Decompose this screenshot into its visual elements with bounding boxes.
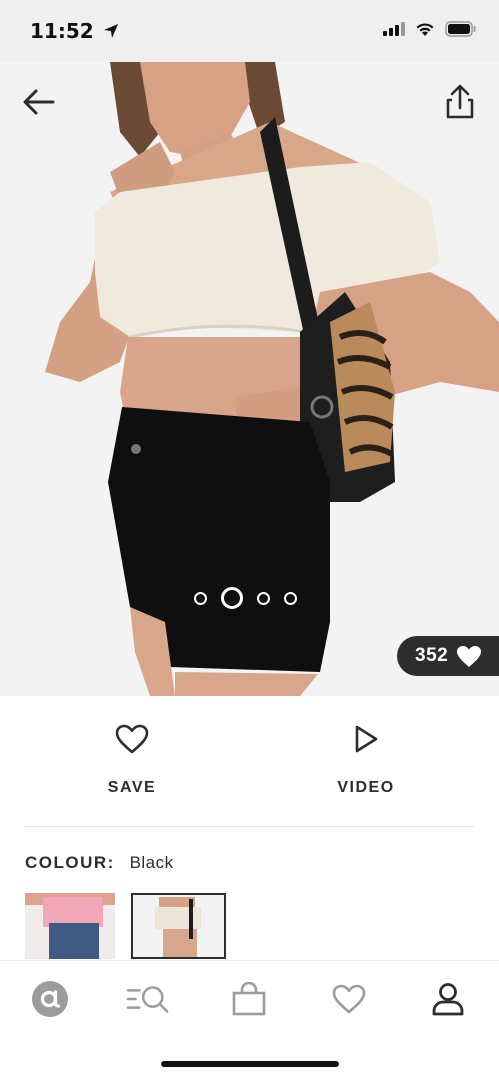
battery-icon: [445, 21, 476, 37]
cellular-signal-icon: [383, 22, 405, 36]
action-row: SAVE VIDEO: [0, 696, 499, 826]
divider: [25, 826, 474, 827]
likes-badge: 352: [397, 636, 499, 676]
carousel-indicator: [194, 587, 297, 609]
status-time: 11:52: [30, 19, 119, 43]
carousel-dot[interactable]: [284, 591, 297, 605]
colour-swatch-selected[interactable]: [131, 893, 226, 959]
tab-home[interactable]: [28, 977, 72, 1021]
play-outline-icon: [355, 725, 378, 753]
product-image[interactable]: 352: [0, 62, 499, 696]
carousel-dot-active[interactable]: [221, 587, 243, 609]
status-bar: 11:52: [0, 0, 499, 62]
arrow-left-icon: [23, 89, 55, 115]
share-icon: [446, 84, 474, 119]
status-icons: [383, 21, 477, 37]
tab-search[interactable]: [126, 977, 170, 1021]
colour-swatch[interactable]: [25, 893, 115, 959]
user-icon: [432, 983, 464, 1016]
heart-icon: [332, 984, 366, 1014]
heart-filled-icon: [457, 645, 482, 667]
carousel-dot[interactable]: [257, 591, 270, 605]
likes-count: 352: [415, 645, 449, 666]
search-icon: [126, 986, 169, 1013]
asos-logo-icon: [32, 981, 68, 1017]
save-label: SAVE: [107, 779, 157, 796]
colour-value: Black: [129, 853, 174, 872]
swatch-thumbnail: [133, 895, 224, 957]
shopping-bag-icon: [232, 982, 266, 1016]
heart-outline-icon: [115, 724, 149, 754]
swatch-thumbnail: [25, 893, 115, 959]
save-button[interactable]: SAVE: [72, 724, 192, 797]
tab-saved[interactable]: [327, 977, 371, 1021]
back-button[interactable]: [20, 86, 60, 118]
video-button[interactable]: VIDEO: [306, 724, 426, 797]
colour-label: COLOUR:: [25, 853, 115, 872]
home-indicator[interactable]: [161, 1061, 339, 1067]
location-arrow-icon: [103, 24, 118, 38]
video-label: VIDEO: [337, 779, 395, 796]
tab-account[interactable]: [426, 977, 470, 1021]
colour-selector: COLOUR: Black: [25, 853, 174, 873]
share-button[interactable]: [443, 84, 477, 120]
status-time-text: 11:52: [30, 19, 94, 43]
tab-bag[interactable]: [227, 977, 271, 1021]
carousel-dot[interactable]: [194, 591, 207, 605]
wifi-icon: [416, 22, 434, 36]
